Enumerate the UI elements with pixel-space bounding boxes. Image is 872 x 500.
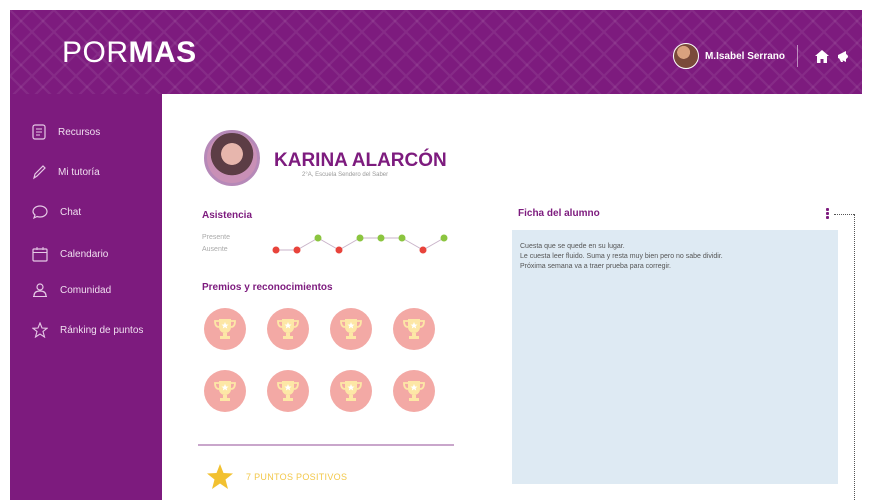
sidebar-item-calendario[interactable]: Calendario xyxy=(32,246,108,262)
attendance-link xyxy=(338,237,361,251)
trophy-badge[interactable] xyxy=(393,370,435,412)
sidebar-item-label: Comunidad xyxy=(60,284,112,296)
star-icon xyxy=(207,464,233,489)
trophy-icon xyxy=(214,319,236,339)
note-line: Le cuesta leer fluido. Suma y resta muy … xyxy=(520,253,723,260)
separator xyxy=(198,444,454,446)
app-logo[interactable]: PORMAS xyxy=(62,36,197,70)
attendance-dot-present xyxy=(440,234,448,242)
attendance-link xyxy=(422,237,445,251)
attendance-chart xyxy=(272,234,448,254)
student-avatar xyxy=(204,130,260,186)
sidebar-item-recursos[interactable]: Recursos xyxy=(32,124,100,140)
trophy-badge[interactable] xyxy=(330,308,372,350)
awards-title: Premios y reconocimientos xyxy=(202,282,333,293)
note-line: Próxima semana va a traer prueba para co… xyxy=(520,263,671,270)
sidebar-item-label: Recursos xyxy=(58,126,101,138)
pencil-icon xyxy=(33,165,46,180)
trophy-badge[interactable] xyxy=(267,370,309,412)
attendance-dot-absent xyxy=(293,246,301,254)
logo-text-bold: MAS xyxy=(128,36,197,69)
top-bar: PORMAS M.Isabel Serrano xyxy=(10,10,862,94)
student-file-title: Ficha del alumno xyxy=(518,208,600,219)
sidebar-item-label: Ránking de puntos xyxy=(60,324,144,336)
points-text: 7 PUNTOS POSITIVOS xyxy=(246,472,348,482)
attendance-dot-present xyxy=(377,234,385,242)
attendance-link xyxy=(401,237,424,251)
trophy-icon xyxy=(214,381,236,401)
more-options-icon[interactable] xyxy=(826,208,830,220)
user-name[interactable]: M.Isabel Serrano xyxy=(705,51,785,62)
attendance-dot-absent xyxy=(419,246,427,254)
attendance-dot-absent xyxy=(272,246,280,254)
attendance-dot-present xyxy=(356,234,364,242)
user-avatar[interactable] xyxy=(672,43,699,69)
app-window: PORMAS M.Isabel Serrano Recursos Mi tuto… xyxy=(10,10,862,500)
attendance-present-label: Presente xyxy=(202,234,231,241)
document-icon xyxy=(32,124,46,140)
student-school: 2°A, Escuela Sendero del Saber xyxy=(302,172,389,178)
attendance-absent-label: Ausente xyxy=(202,246,228,253)
user-area: M.Isabel Serrano xyxy=(672,43,852,69)
trophy-icon xyxy=(403,381,425,401)
main-content: KARINA ALARCÓN 2°A, Escuela Sendero del … xyxy=(162,94,862,500)
trophy-icon xyxy=(277,319,299,339)
header-divider xyxy=(797,45,798,67)
home-icon[interactable] xyxy=(814,48,830,64)
note-line: Cuesta que se quede en su lugar. xyxy=(520,243,625,250)
sidebar-item-label: Mi tutoría xyxy=(58,166,100,178)
sidebar-item-chat[interactable]: Chat xyxy=(32,204,81,220)
attendance-dot-absent xyxy=(335,246,343,254)
trophy-icon xyxy=(403,319,425,339)
dotted-connector-vertical xyxy=(854,214,855,500)
trophy-icon xyxy=(340,319,362,339)
notification-icon[interactable] xyxy=(836,48,852,64)
attendance-title: Asistencia xyxy=(202,210,253,221)
attendance-link xyxy=(296,237,319,251)
trophy-badge[interactable] xyxy=(267,308,309,350)
chat-bubble-icon xyxy=(32,205,48,220)
trophy-badge[interactable] xyxy=(330,370,372,412)
attendance-dot-present xyxy=(314,234,322,242)
star-icon xyxy=(32,322,48,338)
calendar-icon xyxy=(32,247,48,262)
trophy-icon xyxy=(277,381,299,401)
attendance-dot-present xyxy=(398,234,406,242)
trophy-badge[interactable] xyxy=(204,308,246,350)
trophy-badge[interactable] xyxy=(393,308,435,350)
sidebar-item-mi-tutoria[interactable]: Mi tutoría xyxy=(32,164,100,180)
community-icon xyxy=(33,283,47,297)
sidebar-item-label: Chat xyxy=(60,206,82,218)
sidebar-item-ranking[interactable]: Ránking de puntos xyxy=(32,322,143,338)
trophy-icon xyxy=(340,381,362,401)
sidebar-item-comunidad[interactable]: Comunidad xyxy=(32,282,111,298)
student-notes[interactable]: Cuesta que se quede en su lugar. Le cues… xyxy=(512,230,838,484)
attendance-link xyxy=(317,237,340,251)
sidebar: Recursos Mi tutoría Chat Calendario Comu… xyxy=(10,94,162,500)
trophy-badge[interactable] xyxy=(204,370,246,412)
dotted-connector xyxy=(834,214,854,215)
logo-text-thin: POR xyxy=(62,36,129,69)
sidebar-item-label: Calendario xyxy=(60,248,109,260)
student-name: KARINA ALARCÓN xyxy=(274,150,447,171)
